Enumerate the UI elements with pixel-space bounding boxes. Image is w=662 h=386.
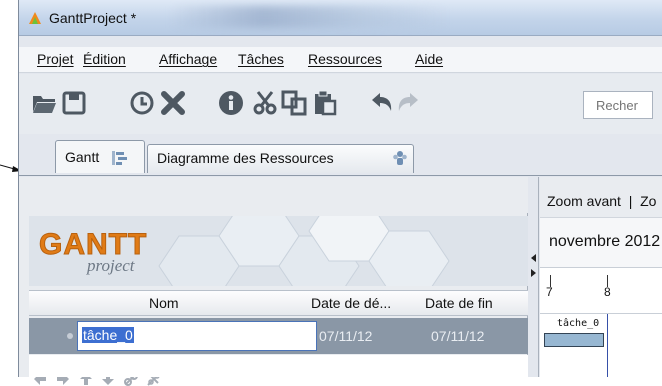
window-title: GanttProject * [49,10,137,26]
history-icon[interactable] [129,90,155,116]
tab-gantt-label: Gantt [65,149,100,165]
today-marker-line [607,314,608,377]
app-window: GanttProject * Projet Édition Affichage … [18,0,662,386]
title-bar[interactable]: GanttProject * [19,0,662,36]
task-toolbar [19,177,528,386]
column-header-end[interactable]: Date de fin [425,295,493,311]
redo-icon[interactable] [395,90,421,116]
task-name-selected-text: tâche_0 [82,327,134,343]
tab-resources-label: Diagramme des Ressources [157,150,334,166]
info-icon[interactable] [218,90,244,116]
empty-table-area [29,355,528,377]
task-start-date: 07/11/12 [319,328,373,344]
chart-zoom-bar: Zoom avant | Zo [540,177,662,217]
undo-icon[interactable] [369,90,395,116]
menu-edition[interactable]: Édition [83,51,126,67]
menu-projet[interactable]: Projet [37,51,74,67]
menu-aide[interactable]: Aide [415,51,443,67]
column-header-nom[interactable]: Nom [149,295,179,311]
timeline-month-row: novembre 2012 [540,217,662,267]
ganttproject-logo-banner: GANTT project [29,216,528,286]
menu-ressources[interactable]: Ressources [308,51,382,67]
collapse-left-icon[interactable] [531,254,536,262]
ganttproject-app-icon [29,12,41,24]
cut-icon[interactable] [252,90,278,116]
task-end-date: 07/11/12 [431,328,485,344]
save-icon[interactable] [61,90,87,116]
task-bullet-icon [67,333,73,339]
timeline-day-label: 8 [604,285,611,299]
open-folder-icon[interactable] [31,90,57,116]
gantt-task-label: tâche_0 [557,318,600,329]
task-table-header: Nom Date de dé... Date de fin [29,290,528,316]
zoom-controls[interactable]: Zoom avant | Zo [547,193,656,209]
panel-splitter[interactable] [528,177,539,377]
delete-icon[interactable] [160,90,186,116]
main-toolbar [19,74,662,134]
menu-taches[interactable]: Tâches [238,51,284,67]
tab-resources[interactable]: Diagramme des Ressources [147,144,414,173]
timeline-month-label: novembre 2012 [549,233,661,250]
menu-affichage[interactable]: Affichage [159,51,217,67]
menu-bar: Projet Édition Affichage Tâches Ressourc… [19,47,662,73]
search-input[interactable] [583,91,653,119]
logo-subword: project [87,256,135,275]
collapse-right-icon[interactable] [531,269,536,277]
gantt-task-bar[interactable] [544,333,604,347]
timeline-day-row [540,267,662,314]
tab-gantt[interactable]: Gantt [55,140,145,173]
paste-icon[interactable] [312,90,338,116]
gantt-icon [112,151,127,165]
copy-icon[interactable] [281,90,307,116]
timeline-day-label: 7 [546,285,553,299]
task-name-input[interactable]: tâche_0 [77,321,317,351]
column-header-start[interactable]: Date de dé... [311,295,391,311]
resources-icon [393,151,407,165]
